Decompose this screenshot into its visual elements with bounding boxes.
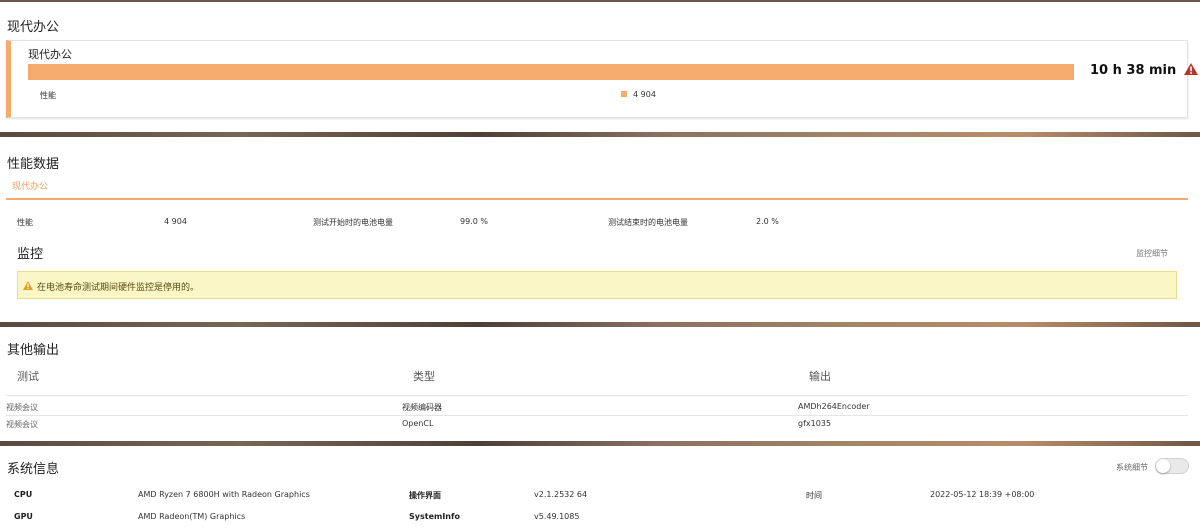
column-header-type: 类型 bbox=[413, 370, 435, 383]
system-info-panel: 系统信息 系统细节 CPU AMD Ryzen 7 6800H with Rad… bbox=[0, 446, 1200, 529]
alert-text: 在电池寿命测试期间硬件监控是停用的。 bbox=[37, 283, 200, 293]
system-details-label: 系统细节 bbox=[1116, 463, 1148, 472]
monitoring-details-link[interactable]: 监控细节 bbox=[1136, 248, 1168, 259]
battery-summary-panel: 现代办公 现代办公 10 h 38 min 性能 4 904 bbox=[0, 2, 1200, 132]
start-battery-value: 99.0 % bbox=[460, 217, 488, 226]
end-battery-label: 测试结束时的电池电量 bbox=[608, 218, 688, 227]
column-header-test: 测试 bbox=[17, 370, 39, 383]
tab-underline bbox=[6, 198, 1188, 200]
score-value: 4 904 bbox=[164, 217, 187, 226]
duration-text: 10 h 38 min bbox=[1090, 63, 1177, 78]
system-details-toggle[interactable] bbox=[1155, 458, 1189, 474]
time-label: 时间 bbox=[806, 491, 822, 500]
monitoring-title: 监控 bbox=[17, 247, 44, 262]
table-cell-output: AMDh264Encoder bbox=[798, 402, 870, 411]
section-title: 其他输出 bbox=[7, 343, 60, 358]
row-divider bbox=[6, 415, 1188, 416]
result-card: 现代办公 10 h 38 min 性能 4 904 bbox=[6, 40, 1198, 118]
column-header-output: 输出 bbox=[809, 370, 831, 383]
gpu-value: AMD Radeon(TM) Graphics bbox=[138, 512, 246, 521]
monitoring-alert: 在电池寿命测试期间硬件监控是停用的。 bbox=[17, 271, 1177, 299]
row-divider bbox=[6, 395, 1188, 396]
systeminfo-value: v5.49.1085 bbox=[534, 512, 580, 521]
warning-icon bbox=[23, 281, 33, 290]
legend-swatch bbox=[621, 91, 627, 97]
table-cell-type: OpenCL bbox=[402, 419, 434, 428]
cpu-label: CPU bbox=[14, 490, 33, 499]
time-value: 2022-05-12 18:39 +08:00 bbox=[930, 490, 1035, 499]
table-cell-test: 视频会议 bbox=[6, 420, 38, 429]
other-output-panel: 其他输出 测试 类型 输出 视频会议 视频编码器 AMDh264Encoder … bbox=[0, 327, 1200, 441]
end-battery-value: 2.0 % bbox=[756, 217, 779, 226]
battery-life-bar bbox=[28, 64, 1074, 80]
legend-value-text: 4 904 bbox=[633, 90, 656, 99]
table-cell-output: gfx1035 bbox=[798, 419, 831, 428]
toggle-knob bbox=[1156, 459, 1170, 473]
score-label: 性能 bbox=[17, 218, 33, 227]
cpu-value: AMD Ryzen 7 6800H with Radeon Graphics bbox=[138, 490, 310, 499]
gpu-label: GPU bbox=[14, 512, 33, 521]
battery-life-value: 10 h 38 min bbox=[1090, 63, 1198, 78]
card-title: 现代办公 bbox=[28, 48, 72, 61]
table-cell-test: 视频会议 bbox=[6, 403, 38, 412]
performance-panel: 性能数据 现代办公 性能 4 904 测试开始时的电池电量 99.0 % 测试结… bbox=[0, 137, 1200, 322]
os-ui-value: v2.1.2532 64 bbox=[534, 490, 588, 499]
section-title: 系统信息 bbox=[7, 462, 60, 477]
legend-label: 性能 bbox=[40, 91, 56, 100]
table-cell-type: 视频编码器 bbox=[402, 403, 442, 412]
start-battery-label: 测试开始时的电池电量 bbox=[313, 218, 393, 227]
tab-modern-office[interactable]: 现代办公 bbox=[12, 179, 48, 192]
systeminfo-label: SystemInfo bbox=[409, 512, 460, 521]
legend-value: 4 904 bbox=[621, 90, 656, 99]
section-title: 现代办公 bbox=[7, 20, 60, 35]
os-ui-label: 操作界面 bbox=[409, 491, 441, 500]
section-title: 性能数据 bbox=[7, 157, 60, 172]
warning-icon[interactable] bbox=[1183, 63, 1198, 75]
